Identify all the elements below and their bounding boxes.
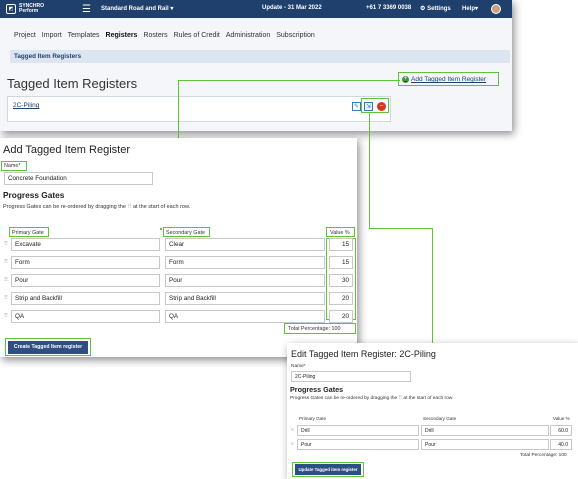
avatar[interactable] — [491, 4, 501, 14]
highlight-box-add — [398, 72, 499, 86]
synchro-logo-icon: ◩ — [6, 4, 16, 14]
highlight-box-total — [284, 323, 356, 334]
highlight-box-primary — [9, 227, 49, 237]
breadcrumb[interactable]: Tagged Item Registers — [10, 50, 510, 63]
reorder-note: Progress Gates can be re-ordered by drag… — [290, 396, 453, 401]
main-nav: Project Import Templates Registers Rosters Ru… — [0, 28, 512, 43]
drag-handle-icon: ⠿ — [127, 204, 132, 210]
nav-item-project[interactable]: Project — [14, 32, 36, 39]
help-menu[interactable]: Help▾ — [462, 5, 478, 12]
col-primary-gate: Primary Gate — [299, 416, 327, 421]
note-text: Progress Gates can be re-ordered by drag… — [290, 396, 398, 401]
nav-item-rosters[interactable]: Rosters — [143, 32, 167, 39]
primary-gate-field[interactable]: QA — [11, 310, 160, 323]
note-text: Progress Gates can be re-ordered by drag… — [3, 204, 126, 210]
secondary-gate-field[interactable]: Clear — [165, 238, 325, 251]
note-text-end: at the start of each row. — [133, 204, 191, 210]
spacer — [160, 228, 162, 230]
add-register-form: Add Tagged Item Register Name* Concrete … — [0, 138, 357, 357]
primary-gate-field[interactable]: Strip and Backfill — [11, 292, 160, 305]
help-label: Help — [462, 6, 476, 12]
secondary-gate-field[interactable]: Pour — [165, 274, 325, 287]
gear-icon: ⚙ — [420, 6, 426, 12]
value-field[interactable]: 30 — [329, 274, 353, 287]
drag-handle-icon[interactable]: ≡ — [291, 441, 294, 447]
registers-window: ◩ SYNCHRO Perform ☰ Standard Road and Rai… — [0, 0, 512, 131]
total-percentage: Total Percentage: 100 — [520, 453, 567, 458]
connector-line — [432, 228, 434, 344]
drag-handle-icon[interactable]: ≡ — [291, 427, 294, 433]
synchro-logo[interactable]: ◩ SYNCHRO Perform — [6, 4, 64, 14]
highlight-box-secondary — [163, 227, 210, 237]
top-bar: ◩ SYNCHRO Perform ☰ Standard Road and Rai… — [0, 0, 512, 18]
value-field[interactable]: 60.0 — [550, 425, 572, 436]
phone-number: +61 7 3369 0038 — [366, 5, 412, 11]
edit-register-form: Edit Tagged Item Register: 2C-Piling Nam… — [287, 343, 578, 479]
project-name: Standard Road and Rail — [101, 6, 169, 12]
section-title: Progress Gates — [290, 385, 344, 394]
nav-item-templates[interactable]: Templates — [68, 32, 100, 39]
edit-icon[interactable]: ✎ — [352, 102, 361, 111]
secondary-gate-field[interactable]: QA — [165, 310, 325, 323]
name-field[interactable]: 2C-Piling — [291, 371, 411, 382]
primary-gate-field[interactable]: Form — [11, 256, 160, 269]
list-item: 2C-Piling ✎ ⇲ – — [7, 96, 391, 122]
drag-handle-icon[interactable]: ≡ — [4, 312, 8, 319]
drag-handle-icon[interactable]: ≡ — [4, 276, 8, 283]
nav-item-registers[interactable]: Registers — [106, 32, 138, 39]
section-title: Progress Gates — [3, 190, 65, 200]
drag-handle-icon[interactable]: ≡ — [4, 240, 8, 247]
highlight-box-name — [1, 161, 27, 171]
nav-item-administration[interactable]: Administration — [226, 32, 270, 39]
primary-gate-field[interactable]: Drill — [297, 425, 419, 436]
value-field[interactable]: 20 — [329, 292, 353, 305]
name-field[interactable]: Concrete Foundation — [4, 172, 153, 185]
secondary-gate-field[interactable]: Form — [165, 256, 325, 269]
primary-gate-field[interactable]: Pour — [11, 274, 160, 287]
nav-item-rules-of-credit[interactable]: Rules of Credit — [174, 32, 220, 39]
hamburger-menu-icon[interactable]: ☰ — [82, 4, 91, 15]
col-secondary-gate: Secondary Gate — [423, 416, 457, 421]
highlight-box-update — [292, 462, 364, 477]
note-text-end: at the start of each row. — [403, 396, 454, 401]
connector-line — [369, 228, 433, 230]
value-field[interactable]: 20 — [329, 310, 353, 323]
settings-button[interactable]: ⚙ Settings — [420, 5, 451, 12]
primary-gate-field[interactable]: Pour — [297, 439, 419, 450]
brand-line2: Perform — [19, 8, 39, 14]
highlight-box-edit — [361, 98, 389, 113]
highlight-box-create — [5, 338, 91, 356]
nav-item-subscription[interactable]: Subscription — [276, 32, 315, 39]
connector-line — [178, 80, 180, 138]
settings-label: Settings — [427, 6, 451, 12]
drag-handle-icon[interactable]: ≡ — [4, 258, 8, 265]
drag-handle-icon[interactable]: ≡ — [4, 294, 8, 301]
secondary-gate-field[interactable]: Pour — [421, 439, 549, 450]
form-title: Add Tagged Item Register — [3, 144, 130, 156]
col-value: Value % — [553, 416, 570, 421]
page-title: Tagged Item Registers — [7, 76, 138, 91]
value-field[interactable]: 15 — [329, 256, 353, 269]
secondary-gate-field[interactable]: Drill — [421, 425, 549, 436]
nav-item-import[interactable]: Import — [42, 32, 62, 39]
connector-line — [369, 113, 371, 228]
form-title: Edit Tagged Item Register: 2C-Piling — [291, 349, 436, 359]
drag-handle-icon: ⠿ — [398, 396, 403, 401]
value-field[interactable]: 40.0 — [550, 439, 572, 450]
name-label: Name* — [291, 364, 306, 369]
update-date: Update - 31 Mar 2022 — [262, 5, 322, 11]
primary-gate-field[interactable]: Excavate — [11, 238, 160, 251]
secondary-gate-field[interactable]: Strip and Backfill — [165, 292, 325, 305]
reorder-note: Progress Gates can be re-ordered by drag… — [3, 204, 190, 210]
connector-line — [178, 80, 400, 82]
register-name-link[interactable]: 2C-Piling — [13, 102, 39, 109]
value-field[interactable]: 15 — [329, 238, 353, 251]
project-selector[interactable]: Standard Road and Rail ▾ — [101, 5, 173, 12]
highlight-box-value — [326, 227, 355, 237]
